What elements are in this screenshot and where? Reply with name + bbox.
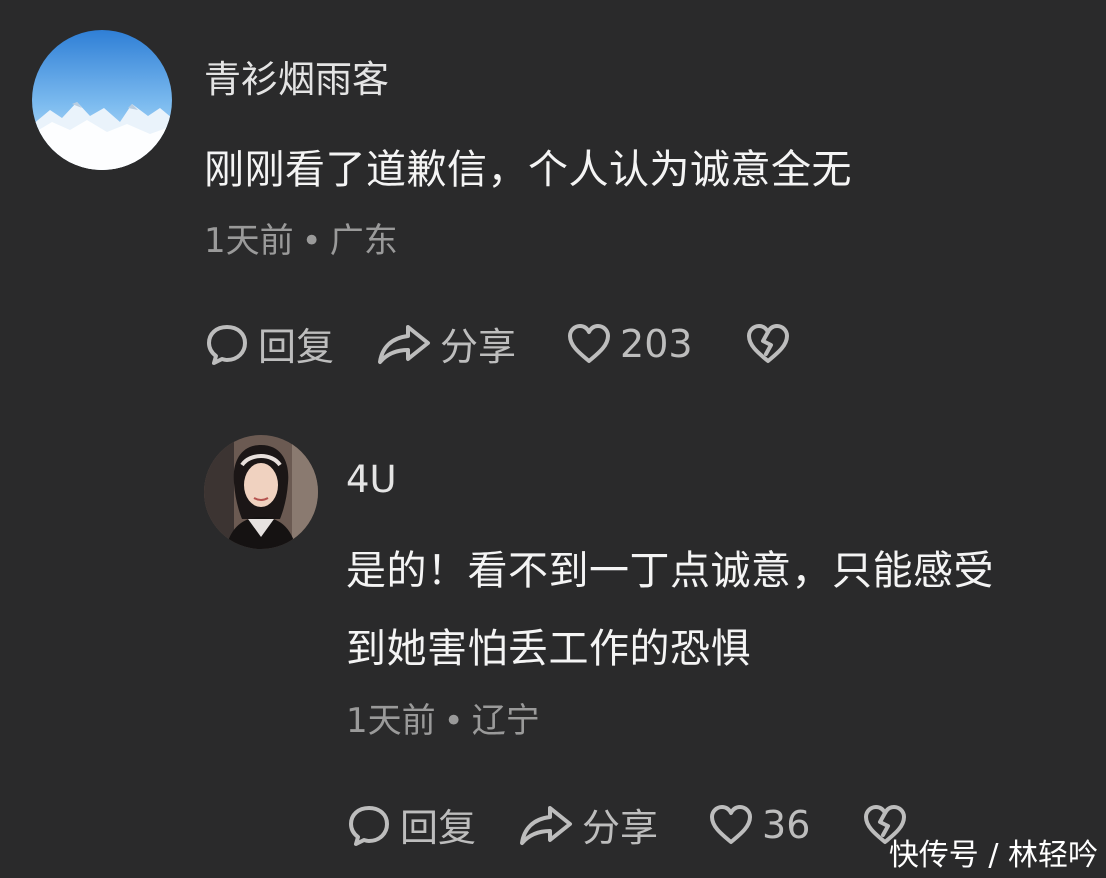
share-button[interactable]: 分享: [376, 316, 516, 371]
avatar[interactable]: [32, 30, 172, 170]
dislike-button[interactable]: [745, 321, 791, 367]
comment-actions: 回复 分享 36: [346, 797, 908, 852]
comment-bubble-icon: [349, 805, 389, 846]
share-label: 分享: [440, 325, 517, 369]
watermark: 快传号 / 林轻吟: [888, 838, 1098, 873]
comment-meta: 1天前 • 广东: [204, 213, 398, 262]
separator-dot: •: [443, 701, 464, 741]
reply-label: 回复: [258, 325, 335, 369]
comment-text-line: 到她害怕丢工作的恐惧: [346, 626, 751, 672]
timestamp: 1天前: [204, 221, 294, 261]
share-arrow-icon: [520, 805, 573, 845]
share-label: 分享: [582, 806, 659, 850]
heart-icon: [710, 804, 753, 844]
share-arrow-icon: [378, 324, 431, 364]
broken-heart-icon: [746, 323, 789, 363]
comment-bubble-icon: [207, 324, 247, 365]
comment-text-line: 是的！看不到一丁点诚意，只能感受: [346, 548, 994, 594]
like-button[interactable]: 203: [566, 321, 693, 367]
heart-icon: [568, 323, 611, 363]
comment-actions: 回复 分享 203: [204, 316, 791, 371]
timestamp: 1天前: [346, 701, 436, 741]
reply-button[interactable]: 回复: [346, 797, 476, 852]
reply-button[interactable]: 回复: [204, 316, 334, 371]
separator-dot: •: [301, 221, 322, 261]
share-button[interactable]: 分享: [518, 797, 658, 852]
username[interactable]: 青衫烟雨客: [204, 49, 389, 103]
username[interactable]: 4U: [346, 458, 397, 501]
like-count: 36: [762, 802, 811, 847]
avatar[interactable]: [204, 435, 318, 549]
sky-mountain-avatar-image: [32, 30, 172, 170]
like-button[interactable]: 36: [708, 802, 810, 848]
comment-text: 刚刚看了道歉信，个人认为诚意全无: [204, 147, 852, 193]
reply-label: 回复: [400, 806, 477, 850]
location: 广东: [329, 221, 398, 261]
like-count: 203: [620, 321, 693, 366]
location: 辽宁: [471, 701, 540, 741]
woman-portrait-avatar-image: [204, 435, 318, 549]
comment-meta: 1天前 • 辽宁: [346, 693, 540, 742]
